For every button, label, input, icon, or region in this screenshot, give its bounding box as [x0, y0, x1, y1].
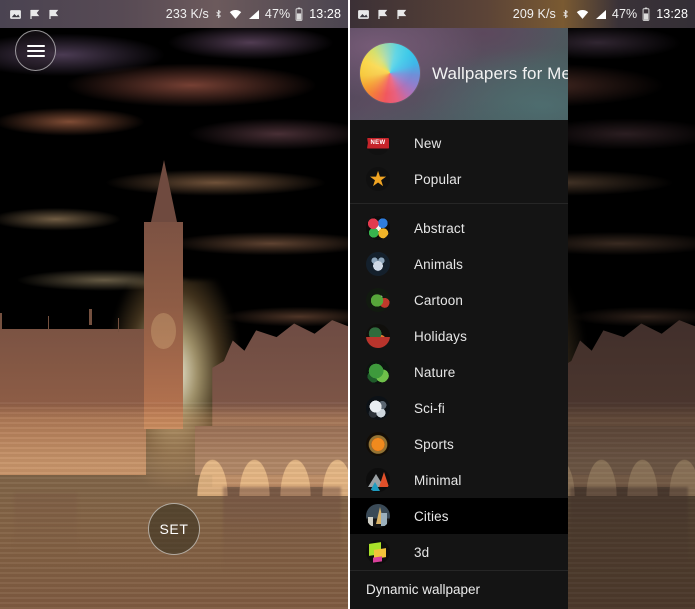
- wallpaper-reflection-right: [570, 487, 689, 573]
- cartoon-icon: [366, 288, 390, 312]
- sidebar-item-label: New: [414, 135, 442, 151]
- battery-percent-label: 47%: [611, 7, 638, 21]
- sidebar-item-scifi[interactable]: Sci-fi: [348, 390, 568, 426]
- drawer-header: Wallpapers for Me: [348, 28, 568, 120]
- panel-divider: [348, 0, 350, 609]
- minimal-icon: [366, 468, 390, 492]
- sidebar-item-nature[interactable]: Nature: [348, 354, 568, 390]
- sidebar-item-label: Minimal: [414, 472, 462, 488]
- sidebar-item-label: Animals: [414, 256, 464, 272]
- clock-label: 13:28: [309, 7, 341, 21]
- flag-icon: [29, 8, 41, 21]
- sidebar-item-label: Sports: [414, 436, 454, 452]
- star-icon: ★: [366, 167, 390, 191]
- sidebar-item-cities[interactable]: Cities: [348, 498, 568, 534]
- right-status-bar: 209 K/s 47% 13:28: [348, 0, 695, 28]
- right-phone-screen: Wallpapers for Me NEW New ★ Popular Abst…: [348, 0, 695, 609]
- sidebar-item-holidays[interactable]: Holidays: [348, 318, 568, 354]
- sidebar-item-new[interactable]: NEW New: [348, 125, 568, 161]
- sidebar-item-label: Cartoon: [414, 292, 464, 308]
- menu-icon: [26, 42, 45, 60]
- set-button-label: SET: [159, 521, 189, 537]
- sidebar-item-sports[interactable]: Sports: [348, 426, 568, 462]
- wallpaper-bigben-silhouette: [144, 222, 183, 430]
- sidebar-item-3d[interactable]: 3d: [348, 534, 568, 570]
- wifi-icon: [228, 8, 243, 21]
- animals-icon: [366, 252, 390, 276]
- left-phone-screen: 233 K/s 47% 13:28 SET: [0, 0, 348, 609]
- clock-label: 13:28: [656, 7, 688, 21]
- sidebar-item-label: 3d: [414, 544, 430, 560]
- wallpaper-reflection-right: [222, 487, 342, 573]
- status-bar-notification-icons: [357, 8, 408, 21]
- bluetooth-icon: [561, 7, 570, 21]
- sidebar-item-label: Sci-fi: [414, 400, 445, 416]
- cube-icon: [366, 540, 390, 564]
- screenshot-stage: 233 K/s 47% 13:28 SET Wallpapers for Me …: [0, 0, 695, 609]
- signal-icon: [248, 8, 260, 21]
- sports-icon: [366, 432, 390, 456]
- signal-icon: [595, 8, 607, 21]
- status-bar-notification-icons: [9, 8, 60, 21]
- abstract-icon: [366, 216, 390, 240]
- status-bar-system-icons: 233 K/s 47% 13:28: [166, 7, 341, 21]
- flag-icon: [48, 8, 60, 21]
- battery-icon: [642, 7, 650, 21]
- sidebar-item-label: Popular: [414, 171, 462, 187]
- sidebar-item-abstract[interactable]: Abstract: [348, 210, 568, 246]
- battery-percent-label: 47%: [264, 7, 291, 21]
- color-wheel-logo-icon: [360, 43, 420, 103]
- drawer-divider: [348, 203, 568, 204]
- set-wallpaper-button[interactable]: SET: [148, 503, 200, 555]
- flag-icon: [396, 8, 408, 21]
- network-speed-label: 233 K/s: [165, 7, 209, 21]
- wifi-icon: [575, 8, 590, 21]
- sidebar-item-label: Dynamic wallpaper: [366, 582, 481, 597]
- sidebar-item-cartoon[interactable]: Cartoon: [348, 282, 568, 318]
- sidebar-item-minimal[interactable]: Minimal: [348, 462, 568, 498]
- flag-icon: [377, 8, 389, 21]
- app-title: Wallpapers for Me: [432, 64, 568, 83]
- sidebar-item-label: Abstract: [414, 220, 465, 236]
- sidebar-item-dynamic-wallpaper[interactable]: Dynamic wallpaper: [348, 571, 568, 608]
- open-drawer-button[interactable]: [15, 30, 56, 71]
- image-icon: [9, 8, 22, 21]
- sidebar-item-popular[interactable]: ★ Popular: [348, 161, 568, 197]
- image-icon: [357, 8, 370, 21]
- sidebar-item-label: Cities: [414, 508, 449, 524]
- new-badge-icon: NEW: [366, 131, 390, 155]
- left-status-bar: 233 K/s 47% 13:28: [0, 0, 348, 28]
- network-speed-label: 209 K/s: [512, 7, 556, 21]
- drawer-menu-list: NEW New ★ Popular Abstract Animals Carto…: [348, 120, 568, 570]
- wallpaper-reflection-left: [13, 493, 77, 555]
- cities-icon: [366, 504, 390, 528]
- scifi-icon: [366, 396, 390, 420]
- battery-icon: [295, 7, 303, 21]
- sidebar-item-animals[interactable]: Animals: [348, 246, 568, 282]
- navigation-drawer: Wallpapers for Me NEW New ★ Popular Abst…: [348, 28, 568, 609]
- sidebar-item-label: Nature: [414, 364, 456, 380]
- nature-icon: [366, 360, 390, 384]
- status-bar-system-icons: 209 K/s 47% 13:28: [513, 7, 688, 21]
- sidebar-item-label: Holidays: [414, 328, 467, 344]
- holidays-icon: [366, 324, 390, 348]
- bluetooth-icon: [214, 7, 223, 21]
